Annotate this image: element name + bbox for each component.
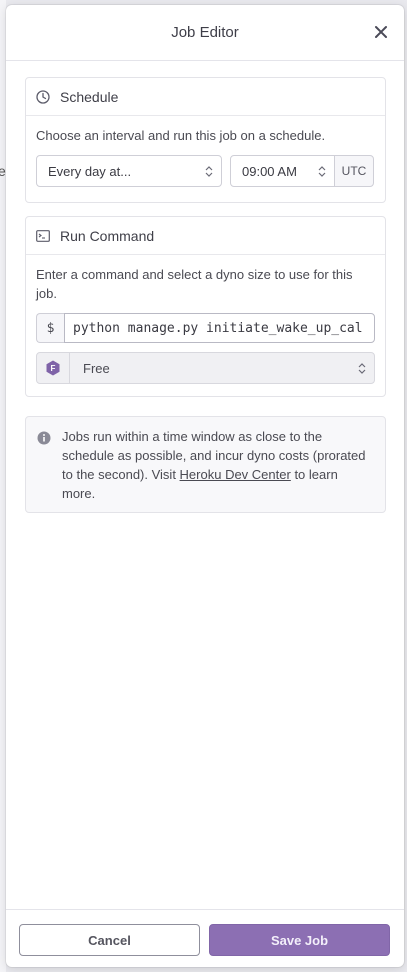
panel-title: Job Editor xyxy=(171,24,239,41)
background-text: e xyxy=(0,163,6,179)
panel-header: Job Editor xyxy=(6,5,404,61)
interval-select[interactable]: Every day at... xyxy=(36,155,222,187)
info-icon xyxy=(37,431,51,445)
interval-value: Every day at... xyxy=(48,163,132,179)
run-command-card-header: Run Command xyxy=(26,217,385,255)
command-input[interactable] xyxy=(64,313,375,343)
dyno-size-value: Free xyxy=(83,360,110,376)
run-command-card: Run Command Enter a command and select a… xyxy=(25,216,386,397)
dyno-badge-letter: F xyxy=(51,364,56,373)
schedule-heading: Schedule xyxy=(60,88,119,105)
schedule-card: Schedule Choose an interval and run this… xyxy=(25,77,386,203)
schedule-description: Choose an interval and run this job on a… xyxy=(36,128,326,143)
select-arrows-icon xyxy=(358,362,366,375)
run-command-description: Enter a command and select a dyno size t… xyxy=(36,267,353,301)
save-job-button[interactable]: Save Job xyxy=(209,924,390,956)
dyno-badge: F xyxy=(37,353,70,383)
job-editor-panel: Job Editor Schedule Choose an interval a… xyxy=(6,5,404,967)
time-value: 09:00 AM xyxy=(242,163,297,179)
cancel-button[interactable]: Cancel xyxy=(19,924,200,956)
panel-footer: Cancel Save Job xyxy=(6,909,404,967)
terminal-icon xyxy=(36,229,50,243)
schedule-card-header: Schedule xyxy=(26,78,385,116)
select-arrows-icon xyxy=(205,165,213,178)
timezone-label: UTC xyxy=(334,155,374,187)
time-select[interactable]: 09:00 AM xyxy=(230,155,335,187)
heroku-dev-center-link[interactable]: Heroku Dev Center xyxy=(180,467,291,482)
prompt-symbol: $ xyxy=(36,313,64,343)
clock-icon xyxy=(36,89,50,104)
close-icon[interactable] xyxy=(372,23,390,41)
select-arrows-icon xyxy=(318,165,326,178)
run-command-heading: Run Command xyxy=(60,227,155,244)
info-box: Jobs run within a time window as close t… xyxy=(25,416,386,513)
dyno-size-select[interactable]: F Free xyxy=(36,352,375,384)
